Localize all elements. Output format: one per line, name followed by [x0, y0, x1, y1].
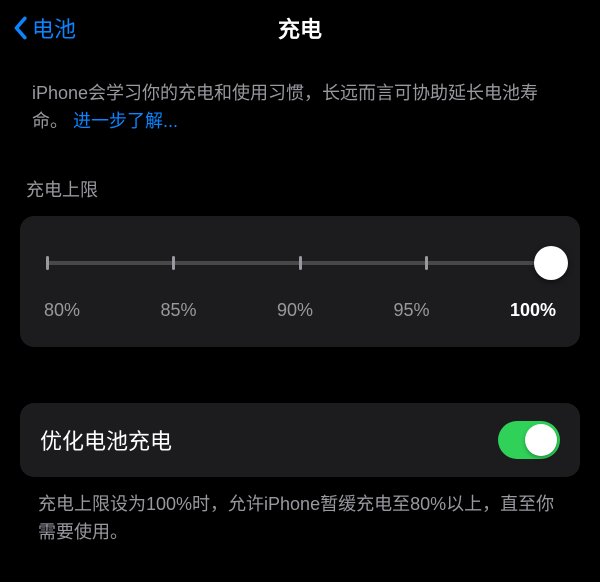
- optimized-charging-label: 优化电池充电: [40, 424, 172, 456]
- optimized-charging-row: 优化电池充电: [20, 403, 580, 477]
- slider-label-95: 95%: [393, 300, 429, 321]
- charge-limit-card: 80% 85% 90% 95% 100%: [20, 216, 580, 347]
- learn-more-link[interactable]: 进一步了解...: [73, 111, 178, 131]
- optimized-charging-toggle[interactable]: [498, 421, 560, 459]
- slider-label-100: 100%: [510, 300, 556, 321]
- slider-label-90: 90%: [277, 300, 313, 321]
- back-button[interactable]: 电池: [12, 12, 76, 44]
- slider-thumb[interactable]: [534, 246, 568, 280]
- slider-labels: 80% 85% 90% 95% 100%: [44, 300, 556, 321]
- switch-knob: [525, 424, 557, 456]
- page-title: 充电: [278, 12, 322, 44]
- slider-track: [46, 261, 554, 265]
- slider-label-80: 80%: [44, 300, 80, 321]
- nav-bar: 电池 充电: [0, 0, 600, 56]
- chevron-left-icon: [12, 16, 28, 40]
- charge-limit-slider[interactable]: [44, 248, 556, 278]
- content: iPhone会学习你的充电和使用习惯，长远而言可协助延长电池寿命。 进一步了解.…: [0, 56, 600, 547]
- description-text: iPhone会学习你的充电和使用习惯，长远而言可协助延长电池寿命。 进一步了解.…: [20, 80, 580, 136]
- optimized-charging-note: 充电上限设为100%时，允许iPhone暂缓充电至80%以上，直至你需要使用。: [20, 491, 580, 547]
- slider-label-85: 85%: [160, 300, 196, 321]
- charge-limit-label: 充电上限: [20, 176, 580, 202]
- back-label: 电池: [32, 12, 76, 44]
